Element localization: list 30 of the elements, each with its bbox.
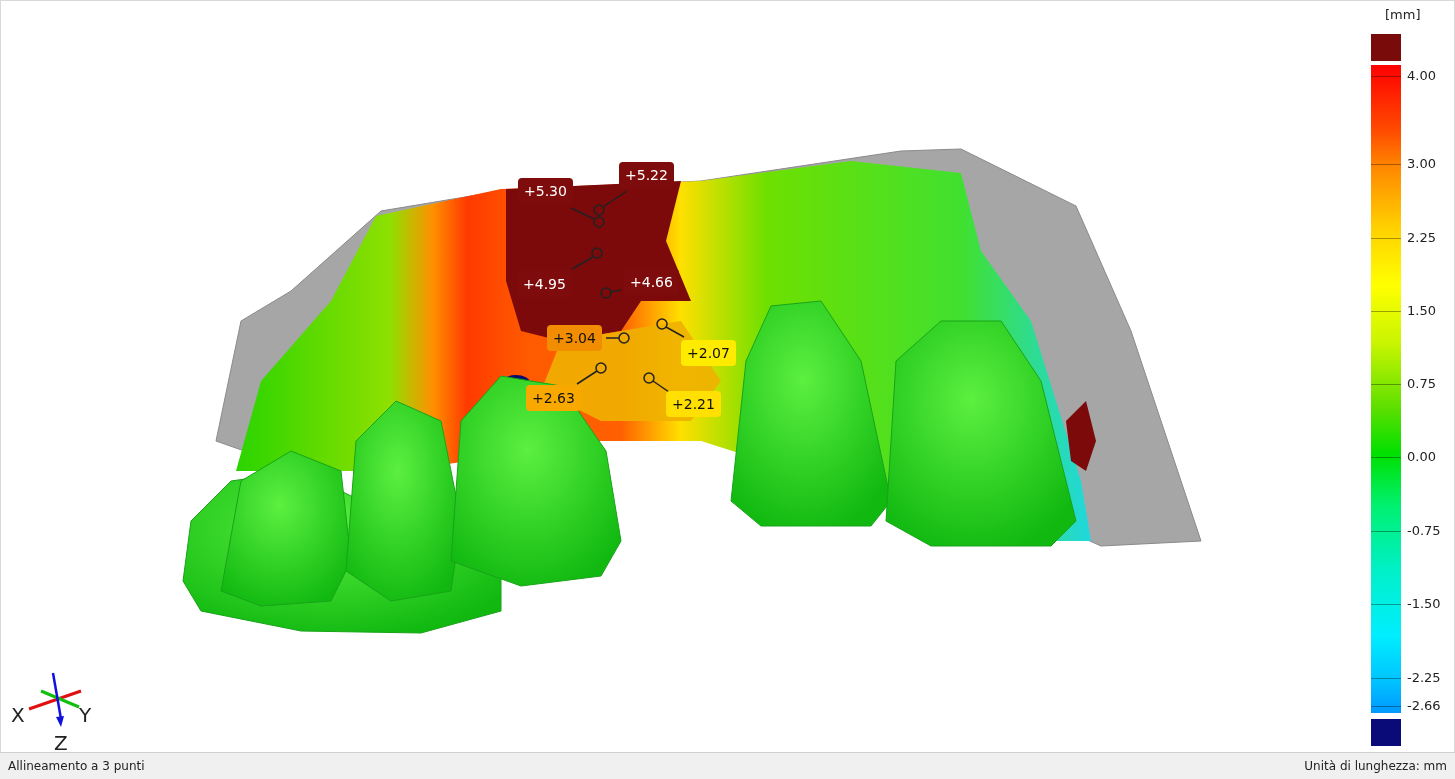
- scale-tick-label: 3.00: [1407, 156, 1436, 171]
- scale-tick-label: -2.25: [1407, 670, 1441, 685]
- scale-tick-label: -2.66: [1407, 698, 1441, 713]
- scale-tick-label: 0.00: [1407, 449, 1436, 464]
- deviation-label: +2.07: [681, 340, 736, 366]
- leader-line: [600, 287, 622, 299]
- below-range-swatch: [1371, 719, 1401, 746]
- deviation-label: +2.63: [526, 385, 581, 411]
- deviation-label: +3.04: [547, 325, 602, 351]
- scale-tick-label: 2.25: [1407, 230, 1436, 245]
- leader-line: [570, 207, 605, 228]
- leader-line: [571, 247, 603, 270]
- scale-tick-label: 4.00: [1407, 68, 1436, 83]
- leader-line: [593, 190, 628, 216]
- x-axis-label: X: [11, 703, 25, 727]
- deviation-label: +2.21: [666, 391, 721, 417]
- leader-line: [643, 372, 670, 393]
- leader-line: [605, 332, 630, 344]
- scale-tick-label: 1.50: [1407, 303, 1436, 318]
- z-axis-label: Z: [54, 731, 68, 753]
- y-axis-label: Y: [79, 703, 92, 727]
- leader-line: [576, 362, 607, 385]
- scale-tick-label: -0.75: [1407, 523, 1441, 538]
- length-unit-text: Unità di lunghezza: mm: [1304, 759, 1447, 773]
- above-range-swatch: [1371, 34, 1401, 61]
- status-text: Allineamento a 3 punti: [8, 759, 145, 773]
- scale-tick-label: -1.50: [1407, 596, 1441, 611]
- scale-tick-label: 0.75: [1407, 376, 1436, 391]
- legend-unit: [mm]: [1385, 7, 1421, 22]
- leader-line: [656, 318, 685, 338]
